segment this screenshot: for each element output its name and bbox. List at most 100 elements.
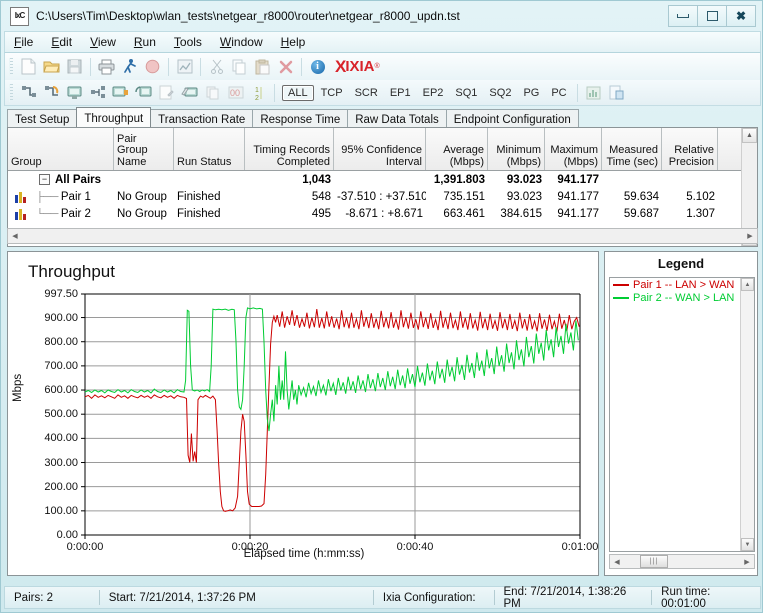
filter-button-sq1[interactable]: SQ1 <box>450 86 482 100</box>
show-chart-icon[interactable] <box>583 82 604 103</box>
legend-hscroll-left-button[interactable]: ◀ <box>610 558 624 566</box>
filter-button-ep1[interactable]: EP1 <box>385 86 416 100</box>
close-button[interactable]: ✖ <box>726 5 756 27</box>
tab-endpoint-configuration[interactable]: Endpoint Configuration <box>445 109 579 127</box>
grid-cell-maximum: 941.177 <box>557 207 599 220</box>
close-icon: ✖ <box>735 9 747 23</box>
grid-column-header-6[interactable]: Minimum (Mbps) <box>488 128 545 170</box>
delete-icon[interactable] <box>275 56 296 77</box>
filter-button-all[interactable]: ALL <box>282 84 314 101</box>
toolbar2-separator <box>274 83 275 102</box>
chart-plot-area[interactable]: 0.00 100.00 200.00 300.00 400.00 500.00 600.00… <box>8 252 600 577</box>
menu-item-help[interactable]: Help <box>272 33 315 51</box>
menu-item-run[interactable]: Run <box>125 33 165 51</box>
print-icon[interactable] <box>96 56 117 77</box>
minimize-button[interactable] <box>668 5 698 27</box>
menu-item-view[interactable]: View <box>81 33 125 51</box>
grid-column-header-9[interactable]: Relative Precision <box>662 128 718 170</box>
legend-vertical-scrollbar[interactable]: ▲ ▼ <box>740 278 754 551</box>
save-icon[interactable] <box>64 56 85 77</box>
grid-column-header-line: Completed <box>276 155 330 168</box>
toolbar-secondary: 00 12 ALL TCP SCR EP1 EP2 SQ1 SQ2 PG PC <box>4 80 761 106</box>
open-folder-icon[interactable] <box>41 56 62 77</box>
order-pairs-icon[interactable]: 12 <box>248 82 269 103</box>
grid-header-row: Group Pair Group Name Run Status Timing Reco… <box>8 128 757 171</box>
bar-chart-icon[interactable] <box>14 191 27 203</box>
table-row[interactable]: ├── Pair 1 No Group Finished 548 -37.510 : +3… <box>8 188 757 205</box>
menu-item-edit[interactable]: Edit <box>42 33 81 51</box>
maximize-button[interactable] <box>697 5 727 27</box>
window-controls: ✖ <box>668 5 756 27</box>
grid-column-header-0[interactable]: Group <box>8 128 114 170</box>
new-document-icon[interactable] <box>18 56 39 77</box>
grid-column-header-3[interactable]: Timing Records Completed <box>245 128 334 170</box>
filter-button-pg[interactable]: PG <box>518 86 544 100</box>
grid-column-header-5[interactable]: Average (Mbps) <box>426 128 488 170</box>
menu-item-window[interactable]: Window <box>211 33 272 51</box>
grid-horizontal-scrollbar[interactable]: ◀ ▶ <box>7 228 758 244</box>
run-test-icon[interactable] <box>119 56 140 77</box>
grid-cell-timing-records: 495 <box>311 207 331 220</box>
filter-button-scr[interactable]: SCR <box>350 86 383 100</box>
legend-horizontal-scrollbar[interactable]: ◀ ||| ▶ <box>609 554 755 569</box>
grid-group-label: All Pairs <box>55 173 102 186</box>
grid-hscroll-left-button[interactable]: ◀ <box>8 232 22 240</box>
grid-cell-run-status: Finished <box>177 190 221 203</box>
grid-column-header-8[interactable]: Measured Time (sec) <box>602 128 662 170</box>
legend-hscroll-thumb[interactable]: ||| <box>640 555 668 568</box>
cut-icon[interactable] <box>206 56 227 77</box>
minimize-icon <box>677 14 689 18</box>
endpoint1-icon[interactable] <box>64 82 85 103</box>
legend-hscroll-right-button[interactable]: ▶ <box>740 558 754 566</box>
tab-test-setup[interactable]: Test Setup <box>7 109 78 127</box>
report-icon[interactable] <box>174 56 195 77</box>
tab-raw-data-totals[interactable]: Raw Data Totals <box>347 109 447 127</box>
info-icon[interactable]: i <box>307 56 328 77</box>
grid-column-header-4[interactable]: 95% Confidence Interval <box>334 128 426 170</box>
grid-scroll-up-button[interactable]: ▲ <box>742 128 757 143</box>
chart-series-line-1 <box>84 309 580 512</box>
legend-scroll-down-button[interactable]: ▼ <box>741 538 754 551</box>
export-icon[interactable] <box>606 82 627 103</box>
toolbar-separator-2 <box>168 57 169 76</box>
toolbar2-grip[interactable] <box>9 83 13 102</box>
tab-response-time[interactable]: Response Time <box>252 109 349 127</box>
grid-cell-group: ├── Pair 1 <box>8 191 114 203</box>
filter-button-sq2[interactable]: SQ2 <box>484 86 516 100</box>
table-row[interactable]: └── Pair 2 No Group Finished 495 -8.671 : +8.… <box>8 205 757 222</box>
stop-test-icon[interactable] <box>142 56 163 77</box>
copy-pair-icon[interactable] <box>202 82 223 103</box>
edit-endpoint-icon[interactable] <box>179 82 200 103</box>
edit-script-icon[interactable] <box>156 82 177 103</box>
menu-item-tools[interactable]: Tools <box>165 33 211 51</box>
grid-column-header-2[interactable]: Run Status <box>174 128 245 170</box>
legend-item-pair2[interactable]: Pair 2 -- WAN > LAN <box>610 291 754 304</box>
legend-scroll-up-button[interactable]: ▲ <box>741 278 754 291</box>
add-pair-group-icon[interactable] <box>41 82 62 103</box>
add-pair-icon[interactable] <box>18 82 39 103</box>
grid-column-header-line: Average <box>443 144 484 156</box>
table-row[interactable]: − All Pairs 1,043 1,391.803 93.023 941.177 <box>8 171 757 188</box>
expand-collapse-box[interactable]: − <box>39 174 50 185</box>
paste-icon[interactable] <box>252 56 273 77</box>
filter-button-pc[interactable]: PC <box>546 86 571 100</box>
tab-transaction-rate[interactable]: Transaction Rate <box>150 109 254 127</box>
grid-column-header-7[interactable]: Maximum (Mbps) <box>545 128 602 170</box>
grid-cell-pair-group-name: No Group <box>117 190 167 203</box>
copy-icon[interactable] <box>229 56 250 77</box>
grid-cell-maximum: 941.177 <box>557 173 599 186</box>
grid-column-header-line: Timing Records <box>253 144 330 156</box>
tab-throughput[interactable]: Throughput <box>76 107 152 127</box>
legend-item-pair1[interactable]: Pair 1 -- LAN > WAN <box>610 278 754 291</box>
grid-column-header-1[interactable]: Pair Group Name <box>114 128 174 170</box>
grid-hscroll-right-button[interactable]: ▶ <box>743 232 757 240</box>
disable-pair-icon[interactable]: 00 <box>225 82 246 103</box>
filter-button-tcp[interactable]: TCP <box>316 86 348 100</box>
endpoint-pair-icon[interactable] <box>133 82 154 103</box>
filter-button-ep2[interactable]: EP2 <box>418 86 449 100</box>
network-icon[interactable] <box>87 82 108 103</box>
toolbar-grip[interactable] <box>9 57 13 76</box>
bar-chart-icon[interactable] <box>14 208 27 220</box>
menu-item-file[interactable]: File <box>5 33 42 51</box>
endpoint2-icon[interactable] <box>110 82 131 103</box>
